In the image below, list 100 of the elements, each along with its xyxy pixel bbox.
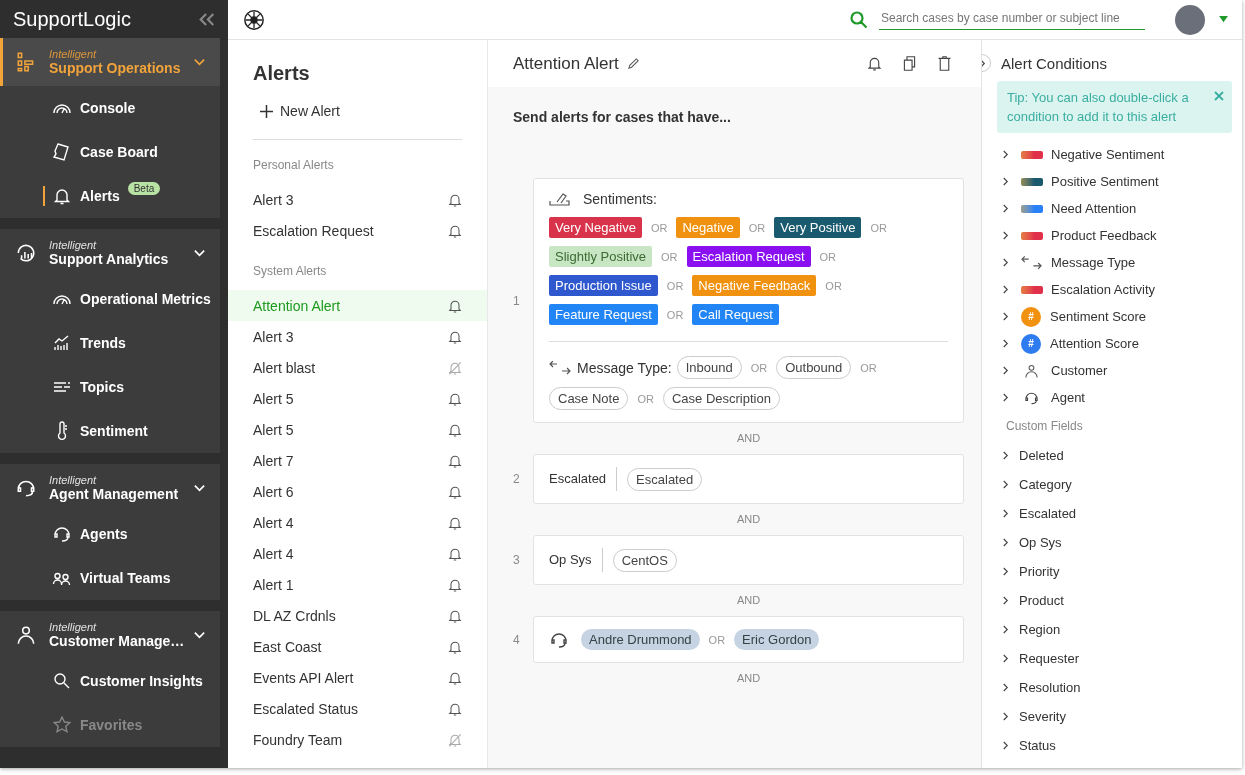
chevron-icon (1002, 567, 1009, 576)
custom-field-item[interactable]: Priority (997, 557, 1232, 586)
sentiment-tag[interactable]: Very Negative (549, 217, 642, 238)
alert-item[interactable]: Escalated Status (228, 693, 487, 724)
sentiment-tag[interactable]: Very Positive (774, 217, 862, 238)
nav-item[interactable]: Case Board (0, 130, 220, 174)
alert-item[interactable]: Alert 3 (228, 184, 487, 215)
condition-type-item[interactable]: # Attention Score (997, 330, 1232, 357)
or-label: OR (748, 221, 766, 234)
custom-field-item[interactable]: Severity (997, 702, 1232, 731)
section-heading: System Alerts (253, 264, 328, 278)
chevron-icon (1002, 339, 1009, 348)
headset-icon (52, 524, 72, 544)
agent-chip[interactable]: Andre Drummond (581, 629, 700, 650)
sentiment-tag[interactable]: Production Issue (549, 275, 658, 296)
caret-icon[interactable] (1219, 16, 1228, 23)
condition-type-item[interactable]: Escalation Activity (997, 276, 1232, 303)
nav-group-header[interactable]: Intelligent Support Operations (0, 38, 220, 86)
condition-label: Message Type: (577, 359, 672, 376)
condition-type-item[interactable]: Agent (997, 384, 1232, 411)
sentiment-tag[interactable]: Slightly Positive (549, 246, 653, 267)
intro-text: Send alerts for cases that have... (513, 109, 732, 125)
custom-field-item[interactable]: Requester (997, 644, 1232, 673)
nav-item[interactable]: Agents (0, 512, 220, 556)
group-title: Customer Manage… (49, 633, 186, 649)
custom-field-item[interactable]: Op Sys (997, 528, 1232, 557)
trash-icon[interactable] (936, 55, 953, 72)
custom-field-item[interactable]: Category (997, 470, 1232, 499)
beta-badge: Beta (127, 182, 161, 195)
plus-icon (260, 104, 273, 118)
chevron-icon (1002, 312, 1009, 321)
search-icon[interactable] (849, 9, 869, 30)
nav-item[interactable]: Customer Insights (0, 659, 220, 703)
alert-item[interactable]: Attention Alert (228, 290, 487, 321)
chevron-icon (1002, 683, 1009, 692)
alert-item[interactable]: Alert 5 (228, 414, 487, 445)
alert-item[interactable]: Alert 4 (228, 507, 487, 538)
condition-type-item[interactable]: Need Attention (997, 195, 1232, 222)
nav-item[interactable]: Console (0, 86, 220, 130)
condition-type-item[interactable]: Message Type (997, 249, 1232, 276)
condition-type-item[interactable]: Product Feedback (997, 222, 1232, 249)
alert-item[interactable]: Alert 7 (228, 445, 487, 476)
pencil-icon[interactable] (626, 57, 640, 70)
nav-item[interactable]: Topics (0, 365, 220, 409)
sentiment-tag[interactable]: Feature Request (549, 304, 658, 325)
chevron-icon (1002, 741, 1009, 750)
chevron-icon (1002, 258, 1009, 267)
alert-item[interactable]: DL AZ Crdnls (228, 600, 487, 631)
score-badge: # (1021, 333, 1041, 354)
nav-item[interactable]: Virtual Teams (0, 556, 220, 600)
nav-item[interactable]: Sentiment (0, 409, 220, 453)
bell-icon[interactable] (866, 55, 883, 72)
condition-label: Op Sys (549, 548, 603, 572)
new-alert-button[interactable]: New Alert (256, 99, 344, 123)
condition-type-item[interactable]: # Sentiment Score (997, 303, 1232, 330)
chevron-icon (1002, 231, 1009, 240)
custom-field-item[interactable]: Region (997, 615, 1232, 644)
nav-item[interactable]: Operational Metrics (0, 277, 220, 321)
alert-item[interactable]: Alert 5 (228, 383, 487, 414)
alert-item[interactable]: Alert 4 (228, 538, 487, 569)
chevron-icon (1002, 596, 1009, 605)
and-label: AND (735, 672, 762, 684)
condition-type-item[interactable]: Negative Sentiment (997, 141, 1232, 168)
alert-item[interactable]: Alert 3 (228, 321, 487, 352)
alert-item[interactable]: Alert 1 (228, 569, 487, 600)
condition-type-item[interactable]: Positive Sentiment (997, 168, 1232, 195)
chart-icon (15, 242, 37, 264)
sentiment-tag[interactable]: Escalation Request (686, 246, 811, 267)
collapse-icon[interactable] (198, 12, 216, 26)
condition-number: 1 (513, 293, 521, 308)
custom-field-item[interactable]: Status (997, 731, 1232, 760)
custom-field-item[interactable]: Escalated (997, 499, 1232, 528)
chevron-icon (1002, 712, 1009, 721)
alert-item[interactable]: Foundry Team (228, 724, 487, 755)
app-icon[interactable] (243, 8, 265, 31)
alert-item[interactable]: Events API Alert (228, 662, 487, 693)
or-label: OR (666, 308, 684, 321)
condition-label: Escalated (549, 467, 618, 491)
person-icon (15, 624, 37, 646)
alert-item[interactable]: Escalation Request (228, 215, 487, 246)
sentiment-tag[interactable]: Call Request (692, 304, 779, 325)
custom-field-item[interactable]: Product (997, 586, 1232, 615)
nav-item[interactable]: Trends (0, 321, 220, 365)
alert-item[interactable]: Alert blast (228, 352, 487, 383)
avatar[interactable] (1175, 4, 1205, 35)
or-label: OR (825, 279, 842, 292)
copy-icon[interactable] (901, 55, 918, 72)
agent-chip[interactable]: Eric Gordon (734, 629, 820, 650)
nav-item[interactable]: Alerts Beta (0, 174, 220, 218)
condition-label: Sentiments: (583, 191, 657, 207)
group-kicker: Intelligent (49, 474, 98, 486)
custom-field-item[interactable]: Deleted (997, 441, 1232, 470)
custom-field-item[interactable]: Resolution (997, 673, 1232, 702)
alerts-title: Alerts (253, 62, 311, 85)
alert-item[interactable]: East Coast (228, 631, 487, 662)
or-label: OR (666, 279, 684, 292)
or-label: OR (860, 361, 877, 374)
arrows-icon (1021, 254, 1042, 271)
condition-type-item[interactable]: Customer (997, 357, 1232, 384)
alert-item[interactable]: Alert 6 (228, 476, 487, 507)
